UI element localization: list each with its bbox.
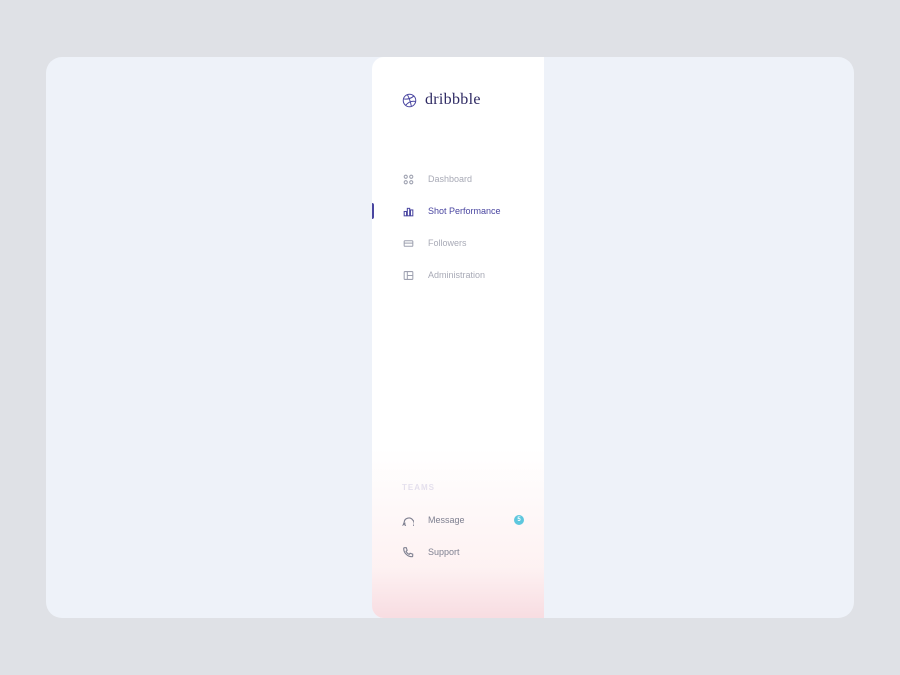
teams-heading: TEAMS bbox=[372, 483, 544, 492]
app-frame: dribbble Dashboard bbox=[46, 57, 854, 618]
dribbble-icon bbox=[402, 93, 417, 108]
layout-icon bbox=[402, 269, 414, 281]
notification-badge: 5 bbox=[514, 515, 524, 525]
teams-list: Message 5 Support bbox=[372, 504, 544, 568]
brand-name: dribbble bbox=[425, 91, 481, 109]
teams-item-support[interactable]: Support bbox=[372, 536, 544, 568]
chat-icon bbox=[402, 514, 414, 526]
teams-item-message[interactable]: Message 5 bbox=[372, 504, 544, 536]
nav-list: Dashboard Shot Performance bbox=[372, 163, 544, 291]
nav-label: Administration bbox=[428, 270, 485, 280]
nav-item-dashboard[interactable]: Dashboard bbox=[372, 163, 544, 195]
card-icon bbox=[402, 237, 414, 249]
sidebar: dribbble Dashboard bbox=[372, 57, 544, 618]
teams-label: Message bbox=[428, 515, 465, 525]
brand[interactable]: dribbble bbox=[372, 57, 544, 109]
nav-label: Dashboard bbox=[428, 174, 472, 184]
nav-item-administration[interactable]: Administration bbox=[372, 259, 544, 291]
nav-item-followers[interactable]: Followers bbox=[372, 227, 544, 259]
nav-item-shot-performance[interactable]: Shot Performance bbox=[372, 195, 544, 227]
phone-icon bbox=[402, 546, 414, 558]
nav-label: Shot Performance bbox=[428, 206, 501, 216]
grid-dots-icon bbox=[402, 173, 414, 185]
bar-chart-icon bbox=[402, 205, 414, 217]
teams-label: Support bbox=[428, 547, 460, 557]
nav-label: Followers bbox=[428, 238, 467, 248]
